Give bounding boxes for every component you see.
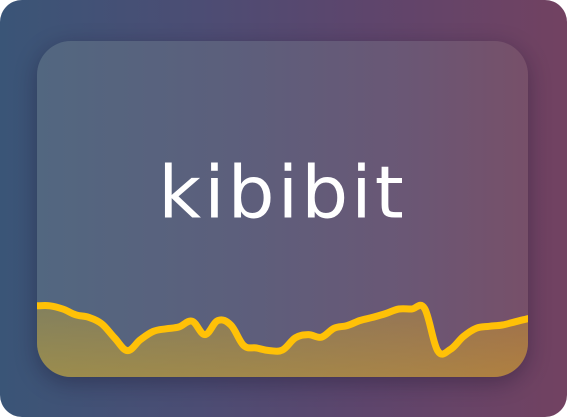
brand-title: kibibit [158, 150, 407, 236]
app-background: kibibit [0, 0, 567, 417]
logo-card: kibibit [37, 41, 528, 377]
